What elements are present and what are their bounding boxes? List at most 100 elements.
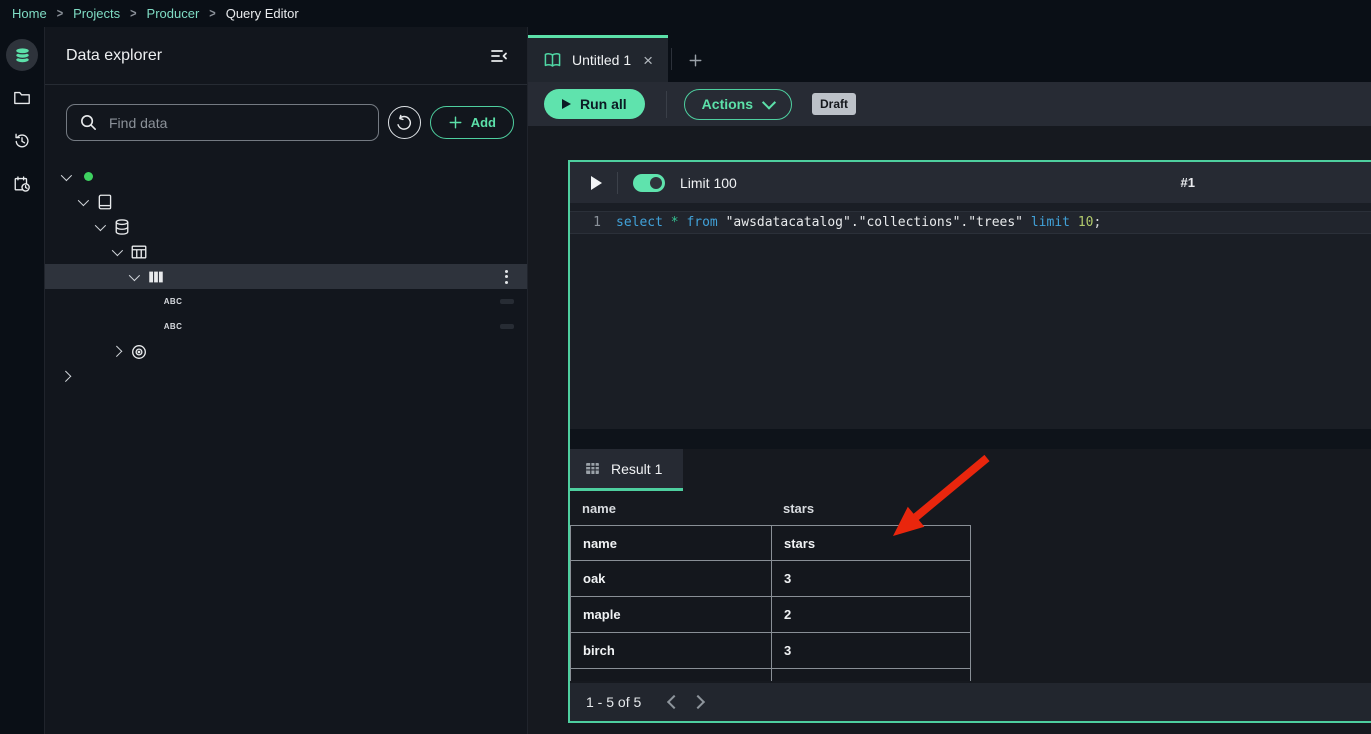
tree-item-name[interactable]: abc <box>45 289 527 314</box>
tree-item-awsdatacatalog[interactable] <box>45 189 527 214</box>
breadcrumb-item[interactable]: Producer <box>147 6 200 21</box>
code-token: ; <box>1093 215 1101 230</box>
abc-string-icon: abc <box>164 322 183 331</box>
chevron-right-icon[interactable] <box>60 370 71 381</box>
folder-icon <box>13 89 31 107</box>
rail-item-database-stack[interactable] <box>6 39 38 71</box>
refresh-button[interactable] <box>388 106 421 139</box>
breadcrumb-separator: > <box>209 6 215 20</box>
tree-item-lakehouse[interactable] <box>45 164 527 189</box>
tree-item-icon-wrap <box>77 172 99 181</box>
rail-item-calendar-clock[interactable] <box>6 168 38 200</box>
tab-result-1[interactable]: Result 1 <box>570 449 683 491</box>
result-column-headers: namestars <box>570 491 1371 525</box>
breadcrumb: Home > Projects > Producer > Query Editor <box>0 0 1371 27</box>
rail-item-folder[interactable] <box>6 82 38 114</box>
add-data-button[interactable]: Add <box>430 106 514 139</box>
result-tabstrip-rest <box>683 449 1371 491</box>
chevron-slot <box>61 373 77 381</box>
kebab-menu-icon[interactable] <box>502 267 511 287</box>
data-tree: abc abc <box>45 151 527 389</box>
tree-item-table-1[interactable] <box>45 239 527 264</box>
tree-item-icon-wrap <box>128 243 150 261</box>
chevron-down-icon[interactable] <box>61 169 72 180</box>
cell-header-divider <box>617 172 618 194</box>
tree-item-buckets[interactable] <box>45 364 527 389</box>
result-cell: name <box>570 525 771 561</box>
breadcrumb-separator: > <box>130 6 136 20</box>
editor-canvas: Limit 100 #1 1 select * from "awsdatacat… <box>528 126 1371 734</box>
tree-item-stars[interactable]: abc <box>45 314 527 339</box>
chevron-slot <box>112 348 128 356</box>
result-row-clipped <box>570 669 1371 681</box>
pagination-label: 1 - 5 of 5 <box>586 694 641 710</box>
search-row: Add <box>45 85 527 151</box>
limit-toggle[interactable] <box>633 174 665 192</box>
result-cell <box>771 669 971 681</box>
collapse-panel-button[interactable] <box>489 46 509 66</box>
close-tab-icon[interactable]: × <box>641 52 655 69</box>
breadcrumb-separator: > <box>57 6 63 20</box>
code-editor[interactable]: 1 select * from "awsdatacatalog"."collec… <box>570 203 1371 429</box>
table-icon <box>130 243 148 261</box>
run-all-button[interactable]: Run all <box>544 89 645 119</box>
code-line: 1 select * from "awsdatacatalog"."collec… <box>570 211 1371 234</box>
notebook-icon <box>543 52 562 69</box>
chevron-down-icon[interactable] <box>95 219 106 230</box>
previous-page-icon[interactable] <box>667 695 681 709</box>
result-cell: 3 <box>771 561 971 597</box>
refresh-icon <box>395 114 413 132</box>
chevron-down-icon[interactable] <box>78 194 89 205</box>
search-input[interactable] <box>107 114 368 132</box>
query-cell: Limit 100 #1 1 select * from "awsdatacat… <box>568 160 1371 723</box>
calendar-clock-icon <box>13 175 31 193</box>
actions-button[interactable]: Actions <box>684 89 792 120</box>
breadcrumb-item[interactable]: Projects <box>73 6 120 21</box>
search-box[interactable] <box>66 104 379 141</box>
columns-icon <box>147 268 165 286</box>
result-cell: birch <box>570 633 771 669</box>
tree-item-icon-wrap: abc <box>162 322 184 331</box>
database-stack-icon <box>13 46 32 65</box>
chevron-down-icon[interactable] <box>129 269 140 280</box>
result-cell <box>570 669 771 681</box>
tab-untitled-1[interactable]: Untitled 1 × <box>528 35 668 82</box>
tree-item-trees[interactable] <box>45 264 527 289</box>
type-badge <box>500 324 514 329</box>
new-tab-button[interactable] <box>688 53 703 68</box>
toolbar-divider <box>666 91 667 118</box>
cell-number: #1 <box>1181 175 1195 190</box>
tree-item-view-0[interactable] <box>45 339 527 364</box>
chevron-down-icon[interactable] <box>112 244 123 255</box>
result-row: maple2 <box>570 597 1371 633</box>
tab-divider <box>671 48 672 70</box>
draft-badge: Draft <box>812 93 856 115</box>
chevron-slot <box>78 198 94 206</box>
breadcrumb-item[interactable]: Home <box>12 6 47 21</box>
tree-item-collections[interactable] <box>45 214 527 239</box>
actions-label: Actions <box>702 96 753 112</box>
code-text: select * from "awsdatacatalog"."collecti… <box>616 215 1101 230</box>
next-page-icon[interactable] <box>691 695 705 709</box>
breadcrumb-item: Query Editor <box>226 6 299 21</box>
code-token: "awsdatacatalog"."collections"."trees" <box>726 215 1023 230</box>
abc-string-icon: abc <box>164 297 183 306</box>
tree-item-icon-wrap <box>111 218 133 236</box>
search-icon <box>79 113 98 132</box>
result-tabstrip: Result 1 <box>570 449 1371 491</box>
database-icon <box>113 218 131 236</box>
chevron-right-icon[interactable] <box>111 345 122 356</box>
result-cell: oak <box>570 561 771 597</box>
add-button-label: Add <box>471 115 496 130</box>
chevron-down-icon <box>762 96 776 110</box>
result-tab-label: Result 1 <box>611 461 662 477</box>
result-cell: 3 <box>771 633 971 669</box>
editor-toolbar: Run all Actions Draft <box>528 82 1371 126</box>
rail-item-history[interactable] <box>6 125 38 157</box>
pagination-buttons <box>669 697 703 707</box>
run-cell-button[interactable] <box>591 176 602 190</box>
result-column-header: stars <box>771 501 971 516</box>
play-icon <box>562 99 571 109</box>
type-badge <box>500 299 514 304</box>
tree-item-icon-wrap: abc <box>162 297 184 306</box>
